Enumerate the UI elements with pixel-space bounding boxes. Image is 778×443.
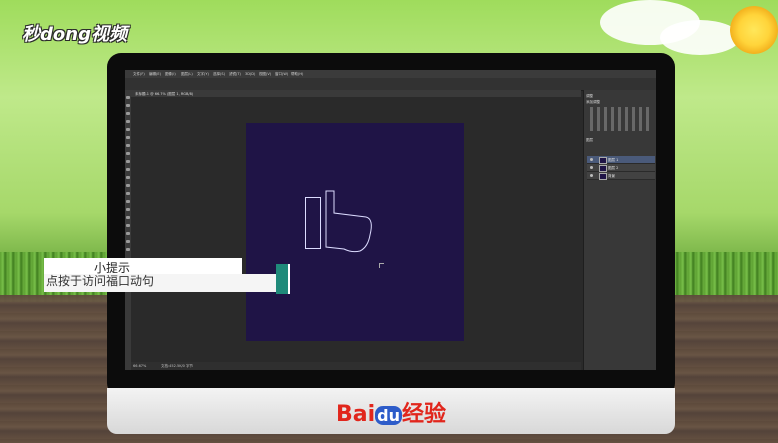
menu-item[interactable]: 滤镜(T) <box>229 72 241 77</box>
menu-item[interactable]: 文字(Y) <box>197 72 209 77</box>
layer-name: 图层 1 <box>608 157 619 162</box>
eye-icon[interactable] <box>590 174 593 177</box>
gradient-tool-icon[interactable] <box>126 184 130 187</box>
type-tool-icon[interactable] <box>126 216 130 219</box>
menu-item[interactable]: 帮助(H) <box>291 72 303 77</box>
eraser-tool-icon[interactable] <box>126 176 130 179</box>
brush-tool-icon[interactable] <box>126 152 130 155</box>
cloud <box>660 20 740 55</box>
brand-bai: Bai <box>335 402 376 427</box>
layer-thumbnail <box>599 157 607 164</box>
eye-icon[interactable] <box>590 166 593 169</box>
document-info: 文档:452.5K/0 字节 <box>161 364 194 368</box>
watermark-logo: 秒dong视频 <box>22 24 127 45</box>
marquee-tool-icon[interactable] <box>126 104 130 107</box>
history-brush-tool-icon[interactable] <box>126 168 130 171</box>
brand-du: du <box>375 406 402 425</box>
adjustment-icons[interactable] <box>590 107 650 131</box>
thumb-shape-selection <box>325 190 372 253</box>
tip-body: 点按于访问福口动句 <box>44 274 289 292</box>
layer-thumbnail <box>599 173 607 180</box>
menu-item[interactable]: 视图(V) <box>259 72 271 77</box>
menu-item[interactable]: 图层(L) <box>181 72 193 77</box>
tip-body-text: 点按于访问福口动句 <box>46 274 155 288</box>
blur-tool-icon[interactable] <box>126 192 130 195</box>
monitor-chin: Bai du经验 <box>107 388 675 434</box>
eye-icon[interactable] <box>590 158 593 161</box>
right-panels: 调整 添加调整 图层 图层 1 图层 2 背景 <box>583 90 656 370</box>
eyedropper-tool-icon[interactable] <box>126 136 130 139</box>
layer-row[interactable]: 图层 2 <box>587 164 655 172</box>
layer-thumbnail <box>599 165 607 172</box>
stamp-tool-icon[interactable] <box>126 160 130 163</box>
tools-panel <box>125 90 132 370</box>
quick-select-tool-icon[interactable] <box>126 120 130 123</box>
menu-item[interactable]: 窗口(W) <box>275 72 288 77</box>
hand-tool-icon[interactable] <box>126 240 130 243</box>
brand-jingyan: 经验 <box>401 402 446 427</box>
dodge-tool-icon[interactable] <box>126 200 130 203</box>
sun-icon <box>730 6 778 54</box>
layers-panel-title[interactable]: 图层 <box>586 138 593 143</box>
document-canvas[interactable] <box>246 123 464 341</box>
menu-item[interactable]: 文件(F) <box>133 72 145 77</box>
zoom-level[interactable]: 66.67% <box>133 364 146 368</box>
zoom-tool-icon[interactable] <box>126 248 130 251</box>
pen-tool-icon[interactable] <box>126 208 130 211</box>
adjustments-panel-title[interactable]: 调整 <box>586 94 593 99</box>
menu-item[interactable]: 3D(D) <box>245 72 255 76</box>
menu-item[interactable]: 编辑(E) <box>149 72 161 77</box>
menu-item[interactable]: 图像(I) <box>165 72 176 77</box>
adjustments-panel-subtitle: 添加调整 <box>586 100 600 104</box>
crosshair-cursor-icon <box>379 263 384 268</box>
layer-row[interactable]: 图层 1 <box>587 156 655 164</box>
healing-tool-icon[interactable] <box>126 144 130 147</box>
document-tab[interactable]: 未标题-1 @ 66.7% (图层 1, RGB/8) <box>135 92 193 97</box>
path-select-tool-icon[interactable] <box>126 224 130 227</box>
tip-accent-bar <box>276 264 290 294</box>
baidu-jingyan-logo: Bai du经验 <box>107 396 675 428</box>
document-tab-bar: 未标题-1 @ 66.7% (图层 1, RGB/8) <box>131 90 581 97</box>
shape-tool-icon[interactable] <box>126 232 130 235</box>
crop-tool-icon[interactable] <box>126 128 130 131</box>
lasso-tool-icon[interactable] <box>126 112 130 115</box>
layer-row[interactable]: 背景 <box>587 172 655 180</box>
layer-name: 图层 2 <box>608 165 619 170</box>
menu-bar: 文件(F) 编辑(E) 图像(I) 图层(L) 文字(Y) 选择(S) 滤镜(T… <box>125 70 656 78</box>
status-bar: 66.67% 文档:452.5K/0 字节 <box>131 362 581 370</box>
layer-name: 背景 <box>608 173 615 178</box>
menu-item[interactable]: 选择(S) <box>213 72 225 77</box>
move-tool-icon[interactable] <box>126 96 130 99</box>
photoshop-window: 文件(F) 编辑(E) 图像(I) 图层(L) 文字(Y) 选择(S) 滤镜(T… <box>125 70 656 370</box>
